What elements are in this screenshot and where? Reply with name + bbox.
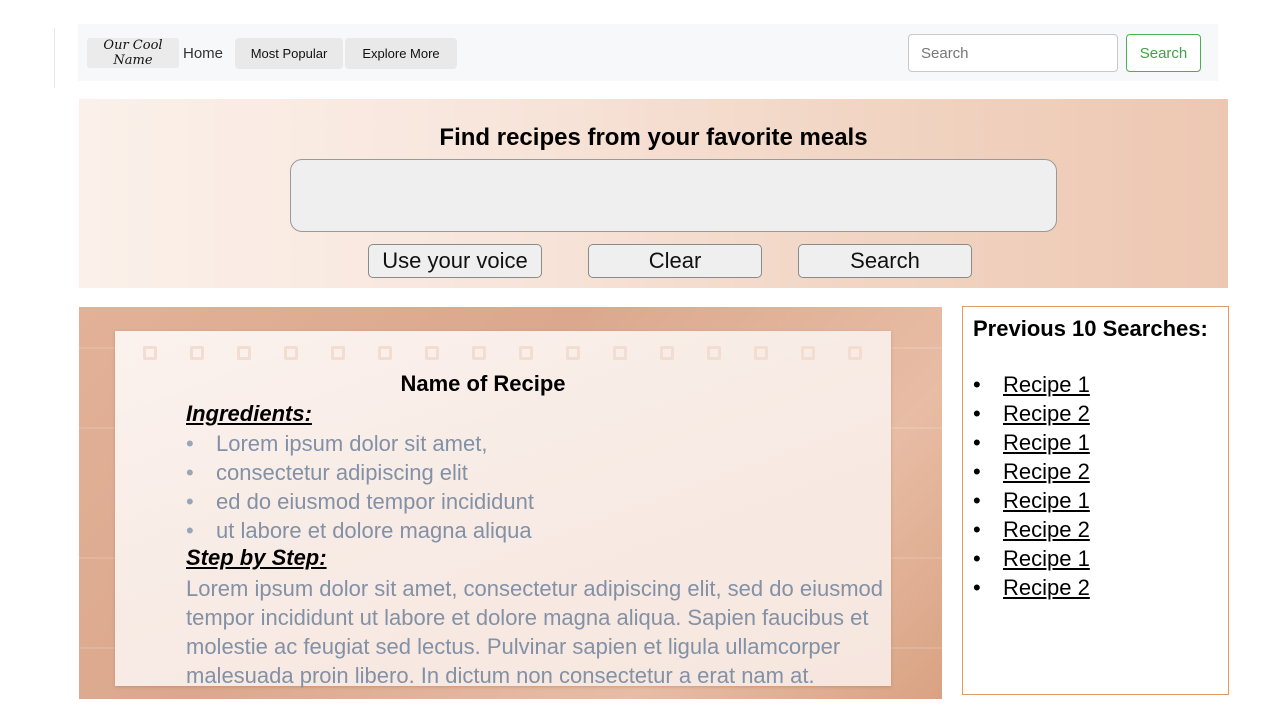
bullet-icon: •: [973, 372, 981, 397]
hero-search-section: Find recipes from your favorite meals Us…: [79, 99, 1228, 288]
previous-searches-panel: Previous 10 Searches: • Recipe 1 • Recipe …: [962, 306, 1229, 695]
previous-search-link[interactable]: Recipe 2: [1003, 575, 1090, 600]
previous-searches-list: • Recipe 1 • Recipe 2 • Recipe 1 • Recipe 2 …: [973, 370, 1090, 602]
previous-searches-title: Previous 10 Searches:: [973, 316, 1208, 341]
previous-search-link[interactable]: Recipe 2: [1003, 401, 1090, 426]
previous-search-link[interactable]: Recipe 1: [1003, 372, 1090, 397]
binder-ring-icon: [143, 346, 157, 360]
previous-search-link[interactable]: Recipe 2: [1003, 517, 1090, 542]
steps-text: Lorem ipsum dolor sit amet, consectetur …: [186, 576, 884, 688]
bullet-icon: •: [973, 430, 981, 455]
list-item: • Recipe 2: [973, 399, 1090, 428]
binder-ring-icon: [472, 346, 486, 360]
binder-ring-icon: [754, 346, 768, 360]
previous-search-link[interactable]: Recipe 1: [1003, 546, 1090, 571]
binder-ring-icon: [613, 346, 627, 360]
steps-heading: Step by Step:: [186, 545, 327, 570]
previous-search-link[interactable]: Recipe 1: [1003, 488, 1090, 513]
navbar: Our Cool Name Home Most Popular Explore …: [78, 24, 1218, 81]
list-item: • Recipe 1: [973, 544, 1090, 573]
bullet-icon: •: [973, 517, 981, 542]
bullet-icon: •: [973, 459, 981, 484]
use-voice-button[interactable]: Use your voice: [368, 244, 542, 278]
list-item: • Recipe 1: [973, 428, 1090, 457]
hero-title: Find recipes from your favorite meals: [439, 124, 868, 151]
binder-ring-icon: [566, 346, 580, 360]
list-item: • Recipe 2: [973, 457, 1090, 486]
binder-ring-icon: [519, 346, 533, 360]
ingredient-item: • ed do eiusmod tempor incididunt: [186, 489, 534, 514]
binder-ring-icon: [237, 346, 251, 360]
bullet-icon: •: [973, 488, 981, 513]
divider: [54, 28, 55, 88]
bullet-icon: •: [186, 460, 194, 485]
binder-ring-icon: [190, 346, 204, 360]
bullet-icon: •: [973, 546, 981, 571]
binder-ring-icon: [660, 346, 674, 360]
binder-ring-icon: [425, 346, 439, 360]
search-button[interactable]: Search: [798, 244, 972, 278]
recipe-search-input[interactable]: [290, 159, 1057, 232]
binder-ring-icon: [331, 346, 345, 360]
ingredient-item: • ut labore et dolore magna aliqua: [186, 518, 532, 543]
previous-search-link[interactable]: Recipe 1: [1003, 430, 1090, 455]
bullet-icon: •: [186, 518, 194, 543]
list-item: • Recipe 1: [973, 486, 1090, 515]
ingredients-heading: Ingredients:: [186, 401, 312, 426]
nav-search-button[interactable]: Search: [1126, 34, 1201, 72]
bullet-icon: •: [186, 489, 194, 514]
recipe-title: Name of Recipe: [400, 371, 566, 396]
notepad-paper: Name of Recipe Ingredients: • Lorem ipsum…: [115, 331, 891, 688]
bullet-icon: •: [973, 575, 981, 600]
ingredients-list: • Lorem ipsum dolor sit amet, • consectetu…: [186, 429, 534, 545]
nav-home-link[interactable]: Home: [183, 45, 223, 62]
nav-explore-more[interactable]: Explore More: [345, 38, 457, 69]
list-item: • Recipe 2: [973, 515, 1090, 544]
nav-most-popular[interactable]: Most Popular: [235, 38, 343, 69]
binder-ring-icon: [848, 346, 862, 360]
clear-button[interactable]: Clear: [588, 244, 762, 278]
list-item: • Recipe 1: [973, 370, 1090, 399]
ingredient-item: • Lorem ipsum dolor sit amet,: [186, 431, 488, 456]
binder-ring-icon: [707, 346, 721, 360]
list-item: • Recipe 2: [973, 573, 1090, 602]
bullet-icon: •: [186, 431, 194, 456]
ingredient-item: • consectetur adipiscing elit: [186, 460, 468, 485]
recipe-card: Name of Recipe Ingredients: • Lorem ipsum…: [79, 307, 942, 699]
nav-search-input[interactable]: [908, 34, 1118, 72]
bullet-icon: •: [973, 401, 981, 426]
previous-search-link[interactable]: Recipe 2: [1003, 459, 1090, 484]
brand-logo[interactable]: Our Cool Name: [87, 38, 179, 68]
binder-ring-icon: [378, 346, 392, 360]
binder-ring-icon: [801, 346, 815, 360]
binder-ring-icon: [284, 346, 298, 360]
